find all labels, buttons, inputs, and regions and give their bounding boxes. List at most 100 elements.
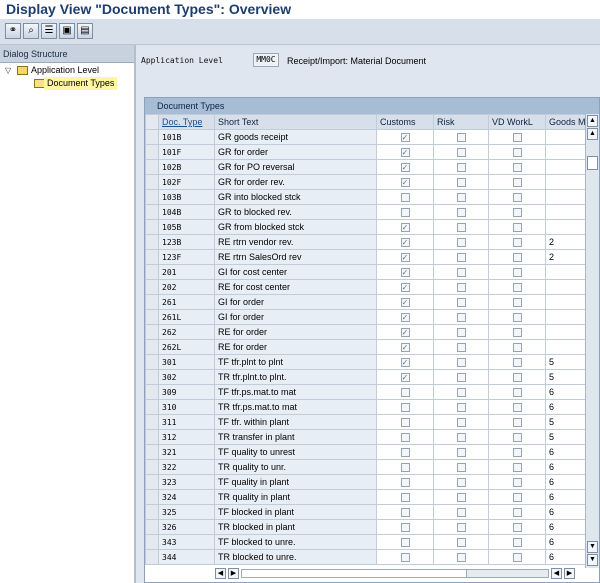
customs-checkbox[interactable]: ✓	[400, 328, 410, 338]
table-row[interactable]: 202 RE for cost center ✓	[145, 279, 597, 295]
row-selector[interactable]	[145, 324, 159, 340]
customs-checkbox[interactable]	[400, 433, 410, 443]
risk-checkbox[interactable]	[456, 238, 466, 248]
vertical-scroll-thumb[interactable]	[587, 156, 598, 170]
row-selector[interactable]	[145, 519, 159, 535]
vd-workl-checkbox[interactable]	[512, 283, 522, 293]
row-selector[interactable]	[145, 534, 159, 550]
list-icon[interactable]: ☰	[41, 23, 57, 39]
row-selector[interactable]	[145, 219, 159, 235]
risk-checkbox[interactable]	[456, 373, 466, 383]
vd-workl-checkbox[interactable]	[512, 358, 522, 368]
risk-checkbox[interactable]	[456, 133, 466, 143]
vd-workl-checkbox[interactable]	[512, 148, 522, 158]
column-header-doc-type[interactable]: Doc. Type	[158, 114, 215, 130]
vd-workl-checkbox[interactable]	[512, 313, 522, 323]
risk-checkbox[interactable]	[456, 268, 466, 278]
vd-workl-checkbox[interactable]	[512, 433, 522, 443]
table-row[interactable]: 262L RE for order ✓	[145, 339, 597, 355]
table-row[interactable]: 261L GI for order ✓	[145, 309, 597, 325]
risk-checkbox[interactable]	[456, 178, 466, 188]
row-selector[interactable]	[145, 504, 159, 520]
column-header-risk[interactable]: Risk	[433, 114, 489, 130]
table-row[interactable]: 322 TR quality to unr. 6	[145, 459, 597, 475]
scroll-right-icon[interactable]: ▶	[228, 568, 239, 579]
row-selector[interactable]	[145, 309, 159, 325]
risk-checkbox[interactable]	[456, 343, 466, 353]
vd-workl-checkbox[interactable]	[512, 223, 522, 233]
vd-workl-checkbox[interactable]	[512, 508, 522, 518]
vd-workl-checkbox[interactable]	[512, 208, 522, 218]
customs-checkbox[interactable]	[400, 208, 410, 218]
risk-checkbox[interactable]	[456, 313, 466, 323]
vd-workl-checkbox[interactable]	[512, 193, 522, 203]
row-selector[interactable]	[145, 144, 159, 160]
row-selector[interactable]	[145, 339, 159, 355]
table-row[interactable]: 123B RE rtrn vendor rev. ✓ 2	[145, 234, 597, 250]
row-selector[interactable]	[145, 549, 159, 565]
customs-checkbox[interactable]: ✓	[400, 133, 410, 143]
row-selector[interactable]	[145, 384, 159, 400]
row-selector[interactable]	[145, 429, 159, 445]
customs-checkbox[interactable]	[400, 418, 410, 428]
row-selector[interactable]	[145, 249, 159, 265]
risk-checkbox[interactable]	[456, 148, 466, 158]
vd-workl-checkbox[interactable]	[512, 538, 522, 548]
save-icon[interactable]: ▣	[59, 23, 75, 39]
tree-item-application-level[interactable]: ▽ Application Level	[0, 64, 136, 77]
customs-checkbox[interactable]: ✓	[400, 373, 410, 383]
table-row[interactable]: 262 RE for order ✓	[145, 324, 597, 340]
customs-checkbox[interactable]	[400, 523, 410, 533]
table-row[interactable]: 326 TR blocked in plant 6	[145, 519, 597, 535]
vd-workl-checkbox[interactable]	[512, 523, 522, 533]
horizontal-scrollbar[interactable]: ◀ ▶ ◀ ▶	[215, 568, 575, 580]
vd-workl-checkbox[interactable]	[512, 163, 522, 173]
customs-checkbox[interactable]	[400, 478, 410, 488]
vd-workl-checkbox[interactable]	[512, 268, 522, 278]
row-selector[interactable]	[145, 189, 159, 205]
row-selector[interactable]	[145, 279, 159, 295]
row-selector[interactable]	[145, 204, 159, 220]
customs-checkbox[interactable]: ✓	[400, 178, 410, 188]
table-row[interactable]: 310 TR tfr.ps.mat.to mat 6	[145, 399, 597, 415]
row-selector[interactable]	[145, 129, 159, 145]
row-selector[interactable]	[145, 399, 159, 415]
table-row[interactable]: 321 TF quality to unrest 6	[145, 444, 597, 460]
table-row[interactable]: 309 TF tfr.ps.mat.to mat 6	[145, 384, 597, 400]
row-selector[interactable]	[145, 294, 159, 310]
vd-workl-checkbox[interactable]	[512, 403, 522, 413]
customs-checkbox[interactable]: ✓	[400, 358, 410, 368]
customs-checkbox[interactable]	[400, 403, 410, 413]
vd-workl-checkbox[interactable]	[512, 373, 522, 383]
vd-workl-checkbox[interactable]	[512, 253, 522, 263]
row-selector[interactable]	[145, 444, 159, 460]
expand-toggle-icon[interactable]: ▽	[5, 64, 11, 77]
document-icon[interactable]: ▤	[77, 23, 93, 39]
horizontal-scroll-track[interactable]	[241, 569, 549, 578]
application-level-value[interactable]: MM0C	[253, 53, 279, 67]
risk-checkbox[interactable]	[456, 208, 466, 218]
risk-checkbox[interactable]	[456, 223, 466, 233]
table-row[interactable]: 312 TR transfer in plant 5	[145, 429, 597, 445]
risk-checkbox[interactable]	[456, 328, 466, 338]
row-selector[interactable]	[145, 159, 159, 175]
table-row[interactable]: 104B GR to blocked rev.	[145, 204, 597, 220]
magnifier-icon[interactable]: ⌕	[23, 23, 39, 39]
risk-checkbox[interactable]	[456, 493, 466, 503]
scroll-up-icon[interactable]: ▲	[587, 128, 598, 140]
glasses-icon[interactable]: ⚭	[5, 23, 21, 39]
scroll-up-icon[interactable]: ▲	[587, 115, 598, 127]
vd-workl-checkbox[interactable]	[512, 178, 522, 188]
customs-checkbox[interactable]	[400, 463, 410, 473]
table-row[interactable]: 103B GR into blocked stck	[145, 189, 597, 205]
customs-checkbox[interactable]: ✓	[400, 268, 410, 278]
vd-workl-checkbox[interactable]	[512, 448, 522, 458]
vd-workl-checkbox[interactable]	[512, 133, 522, 143]
table-row[interactable]: 102F GR for order rev. ✓	[145, 174, 597, 190]
vd-workl-checkbox[interactable]	[512, 463, 522, 473]
risk-checkbox[interactable]	[456, 538, 466, 548]
customs-checkbox[interactable]: ✓	[400, 343, 410, 353]
customs-checkbox[interactable]: ✓	[400, 313, 410, 323]
customs-checkbox[interactable]: ✓	[400, 283, 410, 293]
customs-checkbox[interactable]	[400, 493, 410, 503]
